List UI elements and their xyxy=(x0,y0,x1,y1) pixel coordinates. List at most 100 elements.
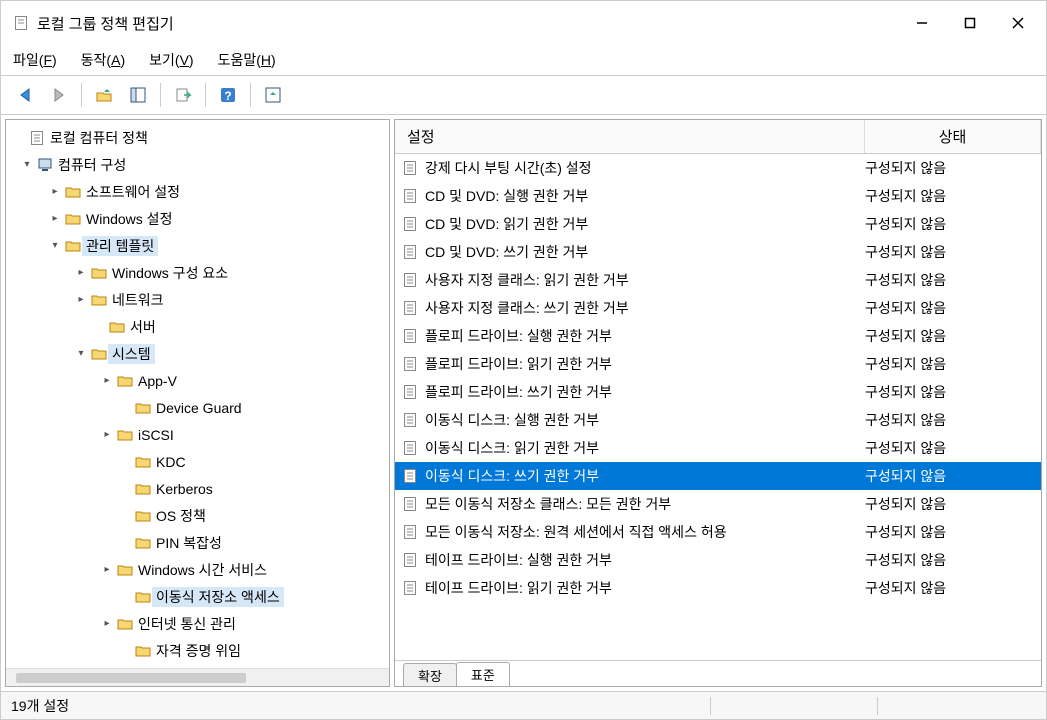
separator xyxy=(250,83,251,107)
setting-name: CD 및 DVD: 실행 권한 거부 xyxy=(425,186,865,206)
up-button[interactable] xyxy=(88,79,120,111)
list-row[interactable]: 플로피 드라이브: 읽기 권한 거부구성되지 않음 xyxy=(395,350,1041,378)
close-button[interactable] xyxy=(994,5,1042,41)
help-button[interactable]: ? xyxy=(212,79,244,111)
policy-icon xyxy=(395,244,425,260)
policy-icon xyxy=(395,496,425,512)
setting-state: 구성되지 않음 xyxy=(865,522,1025,542)
svg-text:?: ? xyxy=(224,89,231,103)
tree-time-service[interactable]: ▸Windows 시간 서비스 xyxy=(6,556,389,583)
setting-state: 구성되지 않음 xyxy=(865,214,1025,234)
list-row[interactable]: 플로피 드라이브: 실행 권한 거부구성되지 않음 xyxy=(395,322,1041,350)
list-row[interactable]: 테이프 드라이브: 읽기 권한 거부구성되지 않음 xyxy=(395,574,1041,602)
list-row[interactable]: 이동식 디스크: 읽기 권한 거부구성되지 않음 xyxy=(395,434,1041,462)
statusbar: 19개 설정 xyxy=(1,691,1046,719)
col-state[interactable]: 상태 xyxy=(865,120,1041,153)
list-row[interactable]: CD 및 DVD: 읽기 권한 거부구성되지 않음 xyxy=(395,210,1041,238)
setting-name: 플로피 드라이브: 읽기 권한 거부 xyxy=(425,354,865,374)
setting-state: 구성되지 않음 xyxy=(865,354,1025,374)
policy-icon xyxy=(395,580,425,596)
list-row[interactable]: 모든 이동식 저장소: 원격 세션에서 직접 액세스 허용구성되지 않음 xyxy=(395,518,1041,546)
tab-extended[interactable]: 확장 xyxy=(403,663,457,687)
minimize-button[interactable] xyxy=(898,5,946,41)
list-row[interactable]: 사용자 지정 클래스: 쓰기 권한 거부구성되지 않음 xyxy=(395,294,1041,322)
menu-help[interactable]: 도움말(H) xyxy=(218,50,276,70)
setting-state: 구성되지 않음 xyxy=(865,326,1025,346)
list-row[interactable]: 플로피 드라이브: 쓰기 권한 거부구성되지 않음 xyxy=(395,378,1041,406)
export-button[interactable] xyxy=(167,79,199,111)
setting-state: 구성되지 않음 xyxy=(865,158,1025,178)
content-area: 로컬 컴퓨터 정책 ▾컴퓨터 구성 ▸소프트웨어 설정 ▸Windows 설정 … xyxy=(1,115,1046,691)
setting-state: 구성되지 않음 xyxy=(865,270,1025,290)
list-row[interactable]: CD 및 DVD: 쓰기 권한 거부구성되지 않음 xyxy=(395,238,1041,266)
list-row[interactable]: CD 및 DVD: 실행 권한 거부구성되지 않음 xyxy=(395,182,1041,210)
setting-state: 구성되지 않음 xyxy=(865,410,1025,430)
setting-name: 사용자 지정 클래스: 읽기 권한 거부 xyxy=(425,270,865,290)
tree-cred-delegation[interactable]: 자격 증명 위임 xyxy=(6,637,389,664)
setting-name: CD 및 DVD: 읽기 권한 거부 xyxy=(425,214,865,234)
setting-state: 구성되지 않음 xyxy=(865,298,1025,318)
tree-kerberos[interactable]: Kerberos xyxy=(6,475,389,502)
separator xyxy=(205,83,206,107)
tree-removable-storage[interactable]: 이동식 저장소 액세스 xyxy=(6,583,389,610)
setting-state: 구성되지 않음 xyxy=(865,438,1025,458)
tree-root[interactable]: 로컬 컴퓨터 정책 xyxy=(6,124,389,151)
list-row[interactable]: 테이프 드라이브: 실행 권한 거부구성되지 않음 xyxy=(395,546,1041,574)
setting-name: 테이프 드라이브: 읽기 권한 거부 xyxy=(425,578,865,598)
policy-icon xyxy=(395,216,425,232)
list-row[interactable]: 강제 다시 부팅 시간(초) 설정구성되지 않음 xyxy=(395,154,1041,182)
back-button[interactable] xyxy=(9,79,41,111)
tree-computer-config[interactable]: ▾컴퓨터 구성 xyxy=(6,151,389,178)
policy-icon xyxy=(395,188,425,204)
list-header: 설정 상태 xyxy=(395,120,1041,154)
menu-file[interactable]: 파일(F) xyxy=(13,50,57,70)
list-row[interactable]: 이동식 디스크: 실행 권한 거부구성되지 않음 xyxy=(395,406,1041,434)
setting-name: 사용자 지정 클래스: 쓰기 권한 거부 xyxy=(425,298,865,318)
tree-iscsi[interactable]: ▸iSCSI xyxy=(6,421,389,448)
tree-system[interactable]: ▾시스템 xyxy=(6,340,389,367)
tabs: 확장 표준 xyxy=(395,660,1041,686)
menu-action[interactable]: 동작(A) xyxy=(81,50,125,70)
list-row[interactable]: 사용자 지정 클래스: 읽기 권한 거부구성되지 않음 xyxy=(395,266,1041,294)
tree-admin-templates[interactable]: ▾관리 템플릿 xyxy=(6,232,389,259)
setting-name: 이동식 디스크: 실행 권한 거부 xyxy=(425,410,865,430)
tree-windows-settings[interactable]: ▸Windows 설정 xyxy=(6,205,389,232)
setting-state: 구성되지 않음 xyxy=(865,494,1025,514)
tree-pin[interactable]: PIN 복잡성 xyxy=(6,529,389,556)
setting-name: 테이프 드라이브: 실행 권한 거부 xyxy=(425,550,865,570)
policy-icon xyxy=(395,272,425,288)
tree-view[interactable]: 로컬 컴퓨터 정책 ▾컴퓨터 구성 ▸소프트웨어 설정 ▸Windows 설정 … xyxy=(6,120,389,668)
setting-name: 플로피 드라이브: 쓰기 권한 거부 xyxy=(425,382,865,402)
tree-software[interactable]: ▸소프트웨어 설정 xyxy=(6,178,389,205)
tree-os-policy[interactable]: OS 정책 xyxy=(6,502,389,529)
window-title: 로컬 그룹 정책 편집기 xyxy=(37,13,898,34)
list-row[interactable]: 이동식 디스크: 쓰기 권한 거부구성되지 않음 xyxy=(395,462,1041,490)
tree-kdc[interactable]: KDC xyxy=(6,448,389,475)
tree-win-components[interactable]: ▸Windows 구성 요소 xyxy=(6,259,389,286)
tree-server[interactable]: 서버 xyxy=(6,313,389,340)
col-setting[interactable]: 설정 xyxy=(395,120,865,153)
list-row[interactable]: 모든 이동식 저장소 클래스: 모든 권한 거부구성되지 않음 xyxy=(395,490,1041,518)
show-tree-button[interactable] xyxy=(122,79,154,111)
list-body[interactable]: 강제 다시 부팅 시간(초) 설정구성되지 않음CD 및 DVD: 실행 권한 … xyxy=(395,154,1041,660)
setting-name: 모든 이동식 저장소 클래스: 모든 권한 거부 xyxy=(425,494,865,514)
policy-icon xyxy=(395,160,425,176)
policy-icon xyxy=(395,552,425,568)
titlebar: 로컬 그룹 정책 편집기 xyxy=(1,1,1046,45)
tab-standard[interactable]: 표준 xyxy=(456,662,510,686)
forward-button[interactable] xyxy=(43,79,75,111)
tree-hscrollbar[interactable] xyxy=(6,668,389,686)
tree-device-guard[interactable]: Device Guard xyxy=(6,394,389,421)
policy-icon xyxy=(395,384,425,400)
tree-appv[interactable]: ▸App-V xyxy=(6,367,389,394)
menu-view[interactable]: 보기(V) xyxy=(149,50,193,70)
toolbar: ? xyxy=(1,75,1046,115)
status-text: 19개 설정 xyxy=(11,696,69,716)
tree-network[interactable]: ▸네트워크 xyxy=(6,286,389,313)
policy-icon xyxy=(395,468,425,484)
policy-icon xyxy=(395,524,425,540)
tree-internet-comm[interactable]: ▸인터넷 통신 관리 xyxy=(6,610,389,637)
preview-button[interactable] xyxy=(257,79,289,111)
separator xyxy=(877,697,878,715)
maximize-button[interactable] xyxy=(946,5,994,41)
